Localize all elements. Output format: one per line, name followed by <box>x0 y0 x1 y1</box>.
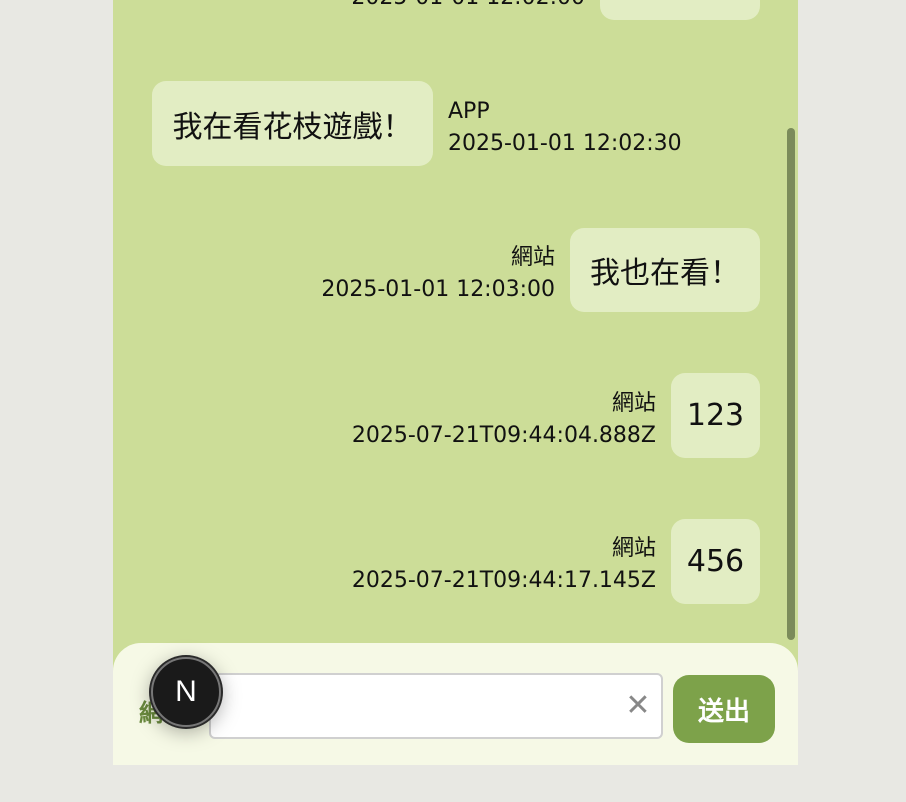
scrollbar-thumb[interactable] <box>787 128 795 640</box>
message-bubble-site: 456 <box>671 519 760 604</box>
message-text: 我在看花枝遊戲！ <box>172 109 413 145</box>
message-sender: 網站 <box>611 391 656 416</box>
message-timestamp: 2025-07-21T09:44:17.145Z <box>351 568 656 593</box>
message-text: 我也在看！ <box>590 256 740 291</box>
message-timestamp: 2025-07-21T09:44:04.888Z <box>351 423 656 448</box>
nextjs-logo-icon[interactable]: N <box>151 657 221 727</box>
message-bubble-app: 我在看花枝遊戲！ <box>152 81 433 166</box>
message-sender: 網站 <box>611 536 656 561</box>
message-timestamp: 2025-01-01 12:02:00 <box>351 0 585 14</box>
message-bubble-site: 我也在看！ <box>570 228 760 312</box>
clear-icon[interactable]: ✕ <box>623 691 653 721</box>
message-meta-site: 網站 2025-07-21T09:44:04.888Z <box>352 388 656 452</box>
message-input-wrapper: ✕ <box>209 673 663 739</box>
message-bubble-site: 123 <box>671 373 760 458</box>
message-input[interactable] <box>211 675 635 737</box>
dev-badge-label: N <box>175 675 197 708</box>
send-button[interactable]: 送出 <box>673 675 775 743</box>
message-text: 123 <box>686 398 745 433</box>
message-timestamp: 2025-01-01 12:02:30 <box>448 131 682 156</box>
message-meta-site: 網站 2025-01-01 12:03:00 <box>321 242 555 306</box>
message-bubble <box>600 0 760 20</box>
chat-scrollbar[interactable] <box>787 128 795 640</box>
message-text: 456 <box>686 544 745 579</box>
message-timestamp: 2025-01-01 12:03:00 <box>321 277 555 302</box>
chat-panel: 2025-01-01 12:02:00 我在看花枝遊戲！ APP 2025-01… <box>113 0 798 765</box>
message-meta-app: APP 2025-01-01 12:02:30 <box>448 96 682 160</box>
message-sender: 網站 <box>510 245 555 270</box>
message-sender: APP <box>448 99 490 124</box>
message-meta-site: 網站 2025-07-21T09:44:17.145Z <box>352 533 656 597</box>
